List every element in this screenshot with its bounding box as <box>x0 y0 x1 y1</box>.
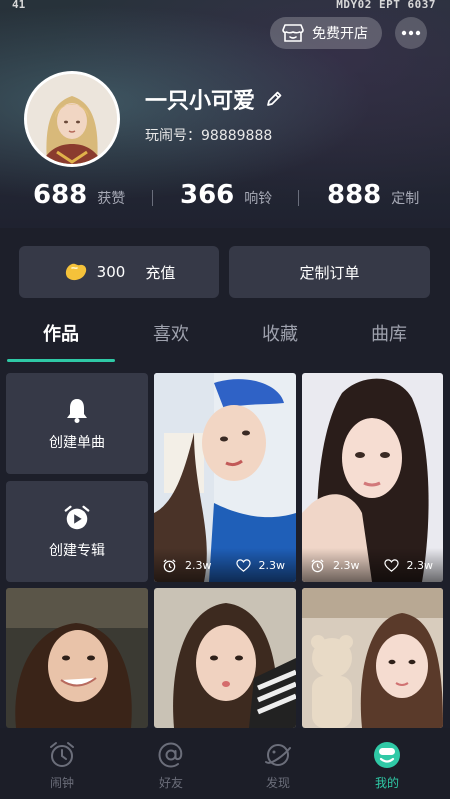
status-bar: 41 MDY02 EPT 6037 <box>0 0 450 12</box>
avatar-illustration <box>27 74 117 164</box>
tab-works[interactable]: 作品 <box>6 320 116 346</box>
alarm-clock-icon <box>163 558 176 572</box>
nav-discover[interactable]: 发现 <box>248 740 308 791</box>
stat-rings-label: 响铃 <box>244 191 273 207</box>
tab-library[interactable]: 曲库 <box>334 320 444 346</box>
work-photo <box>154 588 296 728</box>
stat-custom[interactable]: 888 定制 <box>327 180 419 210</box>
alarm-clock-icon <box>311 558 324 572</box>
status-right: MDY02 EPT 6037 <box>336 0 436 11</box>
create-single-button[interactable]: 创建单曲 <box>6 373 148 474</box>
recharge-label: 充值 <box>145 263 176 282</box>
work-thumbnail[interactable] <box>302 588 443 728</box>
work-like-count-text: 2.3w <box>258 558 286 572</box>
open-shop-button[interactable]: 免费开店 <box>270 17 382 49</box>
work-like-count-text: 2.3w <box>406 558 434 572</box>
stat-rings[interactable]: 366 响铃 <box>180 180 272 210</box>
edit-pencil-icon[interactable] <box>265 90 283 108</box>
stat-likes-label: 获赞 <box>97 191 126 207</box>
shop-icon <box>282 24 304 42</box>
custom-order-button[interactable]: 定制订单 <box>229 246 430 298</box>
alarm-clock-icon <box>50 742 74 767</box>
work-alarm-count-text: 2.3w <box>185 558 212 572</box>
stat-likes[interactable]: 688 获赞 <box>33 180 125 210</box>
work-photo <box>302 588 443 728</box>
work-alarm-count-text: 2.3w <box>333 558 360 572</box>
smile-face-icon <box>374 742 400 768</box>
stat-divider <box>298 190 299 206</box>
avatar[interactable] <box>24 71 120 167</box>
tab-likes[interactable]: 喜欢 <box>116 320 226 346</box>
alarm-play-icon <box>64 505 90 529</box>
recharge-button[interactable]: 300 充值 <box>19 246 219 298</box>
nav-mine[interactable]: 我的 <box>357 740 417 791</box>
planet-icon <box>265 744 291 766</box>
stat-likes-value: 688 <box>33 180 88 210</box>
nav-discover-label: 发现 <box>265 776 290 790</box>
nav-mine-label: 我的 <box>374 776 399 790</box>
at-sign-icon <box>158 742 183 768</box>
stats-row: 688 获赞 366 响铃 888 定制 <box>0 180 450 216</box>
work-alarm-count: 2.3w <box>310 558 360 573</box>
work-stats-bar: 2.3w 2.3w <box>302 548 443 582</box>
bean-coin-icon <box>65 263 86 281</box>
custom-order-label: 定制订单 <box>299 263 360 282</box>
nav-friends[interactable]: 好友 <box>141 740 201 791</box>
work-thumbnail[interactable]: 2.3w 2.3w <box>154 373 296 582</box>
work-like-count: 2.3w <box>235 558 286 573</box>
nav-friends-label: 好友 <box>158 776 183 790</box>
stat-custom-value: 888 <box>327 180 382 210</box>
heart-icon <box>235 558 251 572</box>
work-thumbnail[interactable] <box>6 588 148 728</box>
username-text: 一只小可爱 <box>145 89 256 114</box>
heart-icon <box>383 558 399 572</box>
active-tab-indicator <box>7 359 115 362</box>
status-left: 41 <box>12 0 26 11</box>
nav-alarm[interactable]: 闹钟 <box>32 740 92 791</box>
work-like-count: 2.3w <box>383 558 434 573</box>
work-stats-bar: 2.3w 2.3w <box>154 548 296 582</box>
stat-rings-value: 366 <box>180 180 235 210</box>
stat-divider <box>152 190 153 206</box>
stat-custom-label: 定制 <box>391 191 420 207</box>
open-shop-label: 免费开店 <box>312 26 368 42</box>
work-photo <box>6 588 148 728</box>
username: 一只小可爱 <box>145 83 283 115</box>
balance-value: 300 <box>96 263 126 281</box>
content-tabs: 作品 喜欢 收藏 曲库 <box>0 310 450 362</box>
create-single-label: 创建单曲 <box>49 434 105 451</box>
work-thumbnail[interactable]: 2.3w 2.3w <box>302 373 443 582</box>
work-alarm-count: 2.3w <box>162 558 212 573</box>
user-id: 玩闹号：98889888 <box>145 128 273 144</box>
bottom-navigation: 闹钟 好友 发现 我的 <box>0 728 450 799</box>
more-dots-icon <box>401 30 421 36</box>
nav-alarm-label: 闹钟 <box>49 776 74 790</box>
more-button[interactable] <box>395 17 427 49</box>
work-thumbnail[interactable] <box>154 588 296 728</box>
create-album-button[interactable]: 创建专辑 <box>6 481 148 582</box>
bell-icon <box>67 398 87 423</box>
create-album-label: 创建专辑 <box>49 542 105 559</box>
tab-favorites[interactable]: 收藏 <box>225 320 335 346</box>
